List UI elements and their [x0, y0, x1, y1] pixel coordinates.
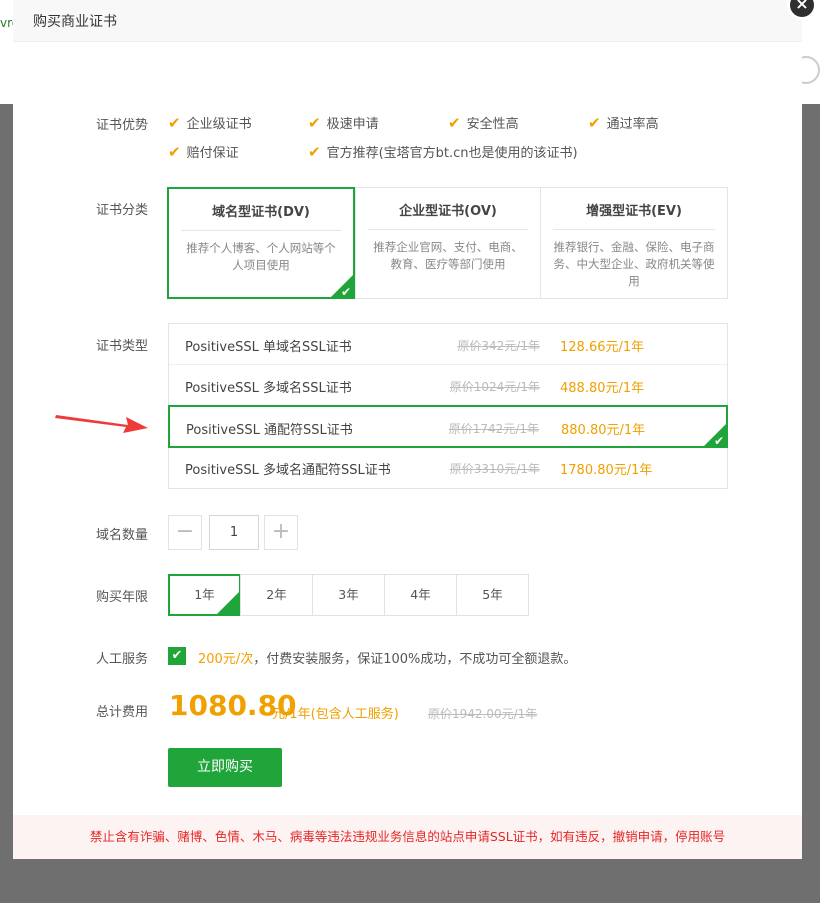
advantages-label: 证书优势: [96, 118, 149, 133]
advantage-item: ✔ 极速申请: [308, 114, 379, 132]
category-title: 域名型证书(DV): [181, 201, 341, 231]
category-title: 增强型证书(EV): [553, 200, 715, 230]
advantage-item: ✔ 官方推荐(宝塔官方bt.cn也是使用的该证书): [308, 143, 578, 161]
advantage-item: ✔ 安全性高: [448, 114, 519, 132]
modal-title: 购买商业证书: [13, 0, 802, 42]
year-option-3[interactable]: 3年: [312, 574, 385, 616]
type-label: 证书类型: [96, 339, 149, 354]
advantage-item: ✔ 赔付保证: [168, 143, 239, 161]
footer-notice: 禁止含有诈骗、赌博、色情、木马、病毒等违法违规业务信息的站点申请SSL证书，如有…: [13, 815, 802, 859]
domain-count-input[interactable]: 1: [209, 515, 259, 550]
advantage-item: ✔ 通过率高: [588, 114, 659, 132]
check-icon: ✔: [448, 114, 461, 132]
type-price: 128.66元/1年: [560, 340, 645, 355]
type-row-selected[interactable]: PositiveSSL 通配符SSL证书 原价1742元/1年 880.80元/…: [168, 405, 728, 448]
type-price: 1780.80元/1年: [560, 463, 653, 478]
category-desc: 推荐企业官网、支付、电商、教育、医疗等部门使用: [373, 240, 523, 271]
check-icon: ✔: [168, 143, 181, 161]
red-arrow-icon: [55, 415, 148, 433]
type-price: 880.80元/1年: [561, 423, 646, 438]
years-label: 购买年限: [96, 590, 149, 605]
selected-check-icon: ✔: [340, 285, 351, 299]
type-name: PositiveSSL 通配符SSL证书: [186, 423, 353, 438]
total-label: 总计费用: [96, 705, 149, 720]
type-original-price: 原价1024元/1年: [449, 380, 540, 394]
domain-count-label: 域名数量: [96, 528, 149, 543]
category-dv[interactable]: 域名型证书(DV) 推荐个人博客、个人网站等个人项目使用 ✔: [167, 187, 355, 299]
total-unit: 元/1年(包含人工服务): [272, 707, 399, 722]
category-ev[interactable]: 增强型证书(EV) 推荐银行、金融、保险、电子商务、中大型企业、政府机关等使用: [540, 187, 728, 299]
type-original-price: 原价342元/1年: [457, 339, 540, 353]
type-name: PositiveSSL 多域名通配符SSL证书: [185, 463, 391, 478]
selected-check-icon: ✔: [713, 434, 724, 448]
advantage-item: ✔ 企业级证书: [168, 114, 252, 132]
check-icon: ✔: [168, 114, 181, 132]
category-title: 企业型证书(OV): [368, 200, 528, 230]
category-desc: 推荐个人博客、个人网站等个人项目使用: [186, 241, 336, 272]
buy-button[interactable]: 立即购买: [168, 748, 282, 787]
category-desc: 推荐银行、金融、保险、电子商务、中大型企业、政府机关等使用: [553, 240, 715, 288]
category-label: 证书分类: [96, 203, 149, 218]
year-option-4[interactable]: 4年: [384, 574, 457, 616]
service-label: 人工服务: [96, 652, 149, 667]
background-page-left: vro: [0, 0, 19, 104]
type-list: PositiveSSL 单域名SSL证书 原价342元/1年 128.66元/1…: [168, 323, 728, 489]
type-name: PositiveSSL 多域名SSL证书: [185, 381, 352, 396]
type-name: PositiveSSL 单域名SSL证书: [185, 340, 352, 355]
type-original-price: 原价1742元/1年: [448, 422, 539, 436]
type-row[interactable]: PositiveSSL 多域名通配符SSL证书 原价3310元/1年 1780.…: [169, 447, 727, 488]
service-checkbox[interactable]: ✔: [168, 647, 186, 665]
check-icon: ✔: [588, 114, 601, 132]
type-price: 488.80元/1年: [560, 381, 645, 396]
type-row[interactable]: PositiveSSL 单域名SSL证书 原价342元/1年 128.66元/1…: [169, 324, 727, 365]
year-option-1[interactable]: 1年 ✔: [168, 574, 241, 616]
check-icon: ✔: [308, 143, 321, 161]
year-option-5[interactable]: 5年: [456, 574, 529, 616]
type-row[interactable]: PositiveSSL 多域名SSL证书 原价1024元/1年 488.80元/…: [169, 365, 727, 406]
decrement-button[interactable]: −: [168, 515, 202, 550]
total-original-price: 原价1942.00元/1年: [428, 707, 538, 721]
service-price: 200元/次: [198, 652, 254, 667]
increment-button[interactable]: +: [264, 515, 298, 550]
service-description: 200元/次，付费安装服务，保证100%成功，不成功可全额退款。: [198, 652, 577, 667]
year-option-2[interactable]: 2年: [240, 574, 313, 616]
type-original-price: 原价3310元/1年: [449, 462, 540, 476]
selected-check-icon: ✔: [226, 590, 237, 604]
check-icon: ✔: [308, 114, 321, 132]
category-ov[interactable]: 企业型证书(OV) 推荐企业官网、支付、电商、教育、医疗等部门使用: [355, 187, 541, 299]
